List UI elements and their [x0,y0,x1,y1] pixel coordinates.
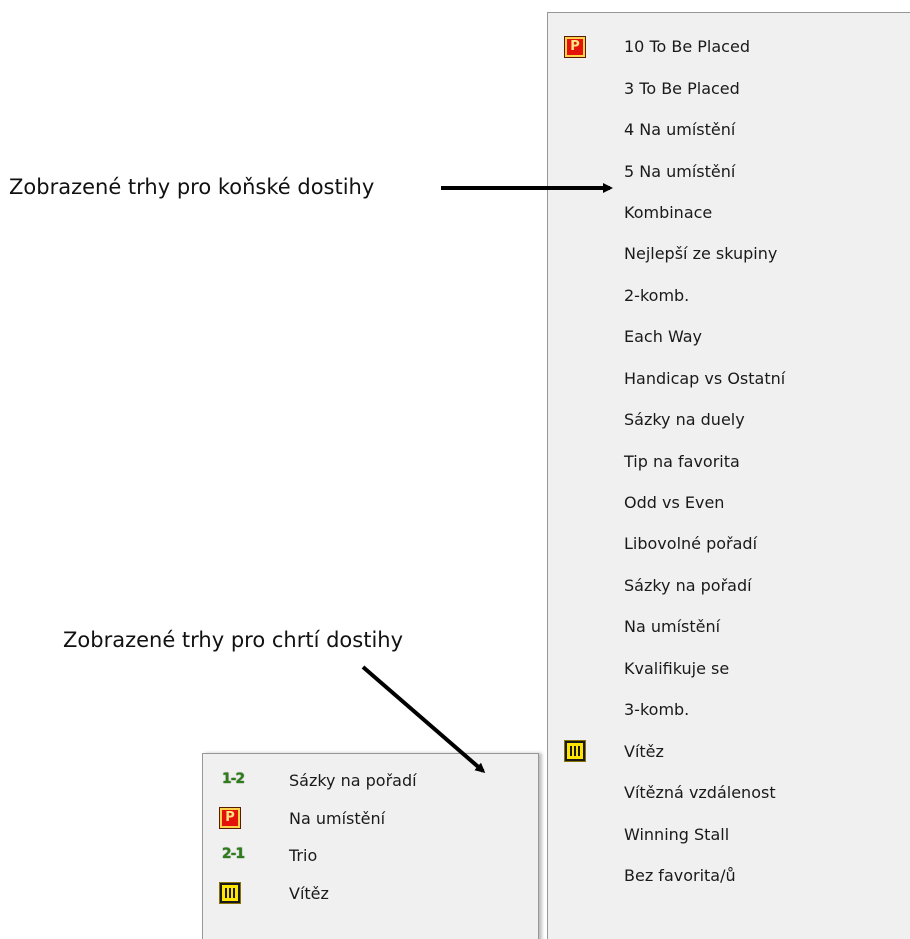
greyhound-market-item[interactable]: P Na umístění [203,800,538,838]
menu-item-label: Libovolné pořadí [624,534,758,554]
menu-item-icon-slot: 1-2 [203,762,289,800]
menu-item-icon-slot [548,316,624,357]
horse-market-item[interactable]: 3-komb. [548,689,910,730]
menu-item-label: 10 To Be Placed [624,37,750,57]
menu-item-label: Vítězná vzdálenost [624,783,776,803]
menu-item-label: Bez favorita/ů [624,865,736,885]
horse-markets-list: P 10 To Be Placed 3 To Be Placed 4 Na umíst… [548,13,910,896]
horse-market-item[interactable]: Sázky na duely [548,399,910,440]
horse-racing-annotation: Zobrazené trhy pro koňské dostihy [9,175,375,199]
menu-item-icon-slot [548,150,624,191]
horse-market-item[interactable]: Na umístění [548,606,910,647]
horse-market-item[interactable]: Handicap vs Ostatní [548,358,910,399]
menu-item-label: 3 To Be Placed [624,78,740,98]
menu-item-label: Vítěz [289,883,329,903]
greyhound-markets-menu: 1-2 Sázky na pořadí P Na umístění 2-1 Trio Vít… [202,753,539,939]
greyhound-market-item[interactable]: Vítěz [203,875,538,913]
menu-item-label: Trio [289,846,318,866]
win-icon [219,882,241,905]
menu-item-label: Handicap vs Ostatní [624,368,786,388]
menu-item-icon-slot [548,109,624,150]
horse-markets-menu: P 10 To Be Placed 3 To Be Placed 4 Na umíst… [547,12,910,939]
menu-item-label: Na umístění [624,617,721,637]
horse-market-item[interactable]: Tip na favorita [548,440,910,481]
horse-market-item[interactable]: Kvalifikuje se [548,648,910,689]
menu-item-label: Winning Stall [624,824,730,844]
horse-market-item[interactable]: 4 Na umístění [548,109,910,150]
menu-item-icon-slot [548,399,624,440]
menu-item-icon-slot [548,275,624,316]
menu-item-label: 4 Na umístění [624,120,736,140]
win-icon-bars [225,888,235,899]
horse-market-item[interactable]: P 10 To Be Placed [548,26,910,67]
menu-item-icon-slot [548,565,624,606]
horse-market-item[interactable]: Bez favorita/ů [548,855,910,896]
menu-item-icon-slot [548,606,624,647]
menu-item-label: Sázky na pořadí [289,771,417,791]
menu-item-icon-slot: P [203,800,289,838]
menu-item-label: Na umístění [289,808,386,828]
place-icon: P [564,35,586,58]
menu-item-icon-slot [548,772,624,813]
horse-market-item[interactable]: Each Way [548,316,910,357]
menu-item-icon-slot [548,523,624,564]
menu-item-icon-slot [548,358,624,399]
menu-item-icon-slot [548,482,624,523]
menu-item-label: Kombinace [624,202,713,222]
menu-item-label: Sázky na pořadí [624,575,752,595]
menu-item-label: Each Way [624,327,703,347]
horse-market-item[interactable]: Nejlepší ze skupiny [548,233,910,274]
menu-item-label: 5 Na umístění [624,161,736,181]
horse-market-item[interactable]: 2-komb. [548,275,910,316]
greyhound-racing-annotation: Zobrazené trhy pro chrtí dostihy [63,628,404,652]
horse-market-item[interactable]: Libovolné pořadí [548,523,910,564]
menu-item-icon-slot [203,875,289,913]
menu-item-label: Kvalifikuje se [624,658,730,678]
place-icon: P [219,807,241,830]
horse-market-item[interactable]: Odd vs Even [548,482,910,523]
menu-item-label: 2-komb. [624,285,690,305]
menu-item-label: Sázky na duely [624,410,745,430]
menu-item-icon-slot [548,855,624,896]
win-icon [564,740,586,763]
horse-market-item[interactable]: 3 To Be Placed [548,67,910,108]
menu-item-label: Odd vs Even [624,493,725,513]
menu-item-icon-slot [548,233,624,274]
menu-item-icon-slot [548,730,624,771]
menu-item-icon-slot: P [548,26,624,67]
menu-item-label: Tip na favorita [624,451,740,471]
greyhound-market-item[interactable]: 1-2 Sázky na pořadí [203,762,538,800]
menu-item-icon-slot [548,440,624,481]
menu-item-icon-slot: 2-1 [203,837,289,875]
reverse-forecast-icon: 2-1 [221,845,245,862]
menu-item-label: Nejlepší ze skupiny [624,244,778,264]
page: Zobrazené trhy pro koňské dostihy Zobraz… [0,0,910,939]
greyhound-markets-list: 1-2 Sázky na pořadí P Na umístění 2-1 Trio Vít… [203,754,538,912]
menu-item-icon-slot [548,689,624,730]
menu-item-icon-slot [548,192,624,233]
horse-market-item[interactable]: Kombinace [548,192,910,233]
menu-item-icon-slot [548,67,624,108]
win-icon-bars [570,746,580,757]
menu-item-label: Vítěz [624,741,664,761]
horse-market-item[interactable]: Winning Stall [548,813,910,854]
horse-market-item[interactable]: Sázky na pořadí [548,565,910,606]
menu-item-icon-slot [548,648,624,689]
horse-market-item[interactable]: Vítěz [548,730,910,771]
menu-item-icon-slot [548,813,624,854]
menu-item-label: 3-komb. [624,700,690,720]
forecast-icon: 1-2 [221,770,245,787]
horse-market-item[interactable]: Vítězná vzdálenost [548,772,910,813]
greyhound-market-item[interactable]: 2-1 Trio [203,837,538,875]
horse-market-item[interactable]: 5 Na umístění [548,150,910,191]
